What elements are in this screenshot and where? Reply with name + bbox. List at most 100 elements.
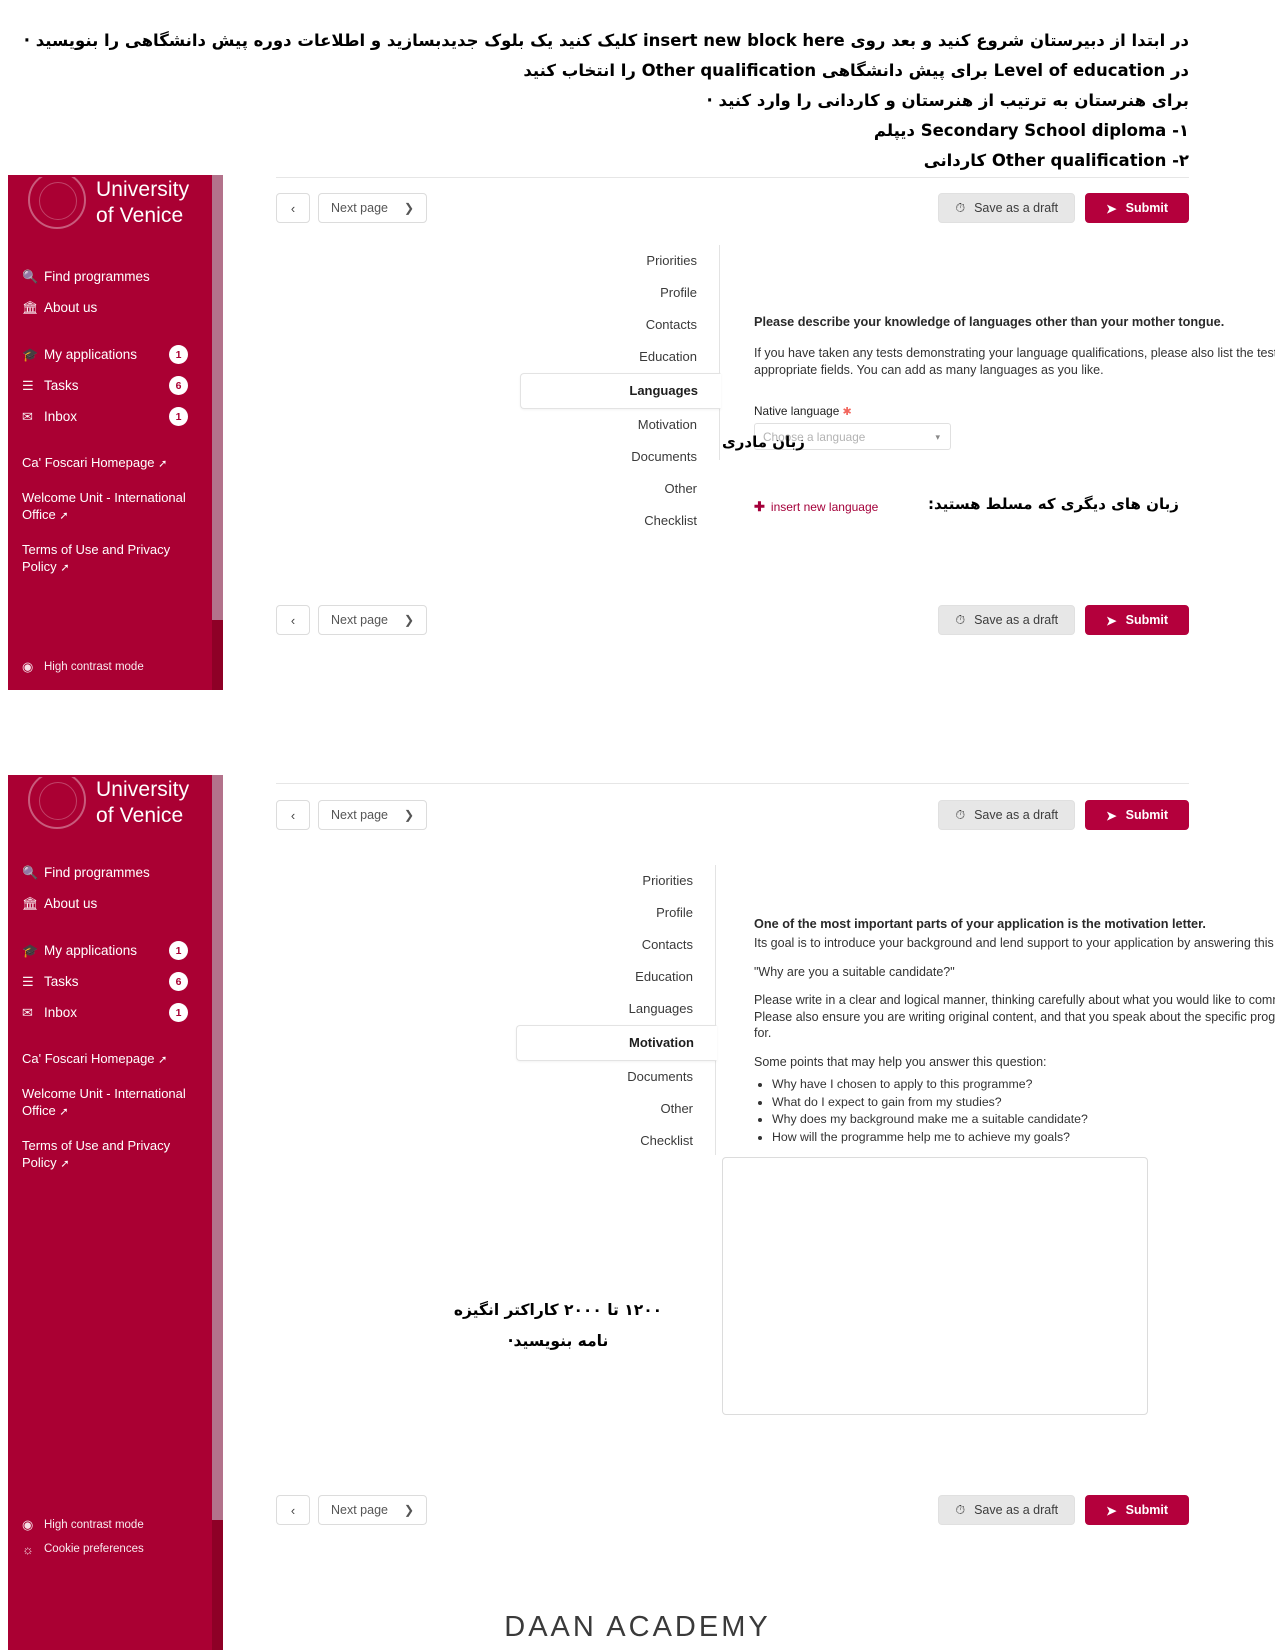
step-motivation[interactable]: Motivation bbox=[516, 1025, 717, 1061]
step-contacts[interactable]: Contacts bbox=[516, 929, 715, 961]
submit-button[interactable]: ➤ Submit bbox=[1085, 800, 1189, 830]
sidebar-link-terms[interactable]: Terms of Use and Privacy Policy ➚ bbox=[8, 541, 212, 577]
next-page-button[interactable]: Next page ❯ bbox=[318, 193, 428, 223]
note-other-languages: زبان های دیگری که مسلط هستید: bbox=[928, 495, 1179, 513]
sidebar-link-welcome-unit[interactable]: Welcome Unit - International Office ➚ bbox=[8, 1085, 212, 1121]
step-contacts[interactable]: Contacts bbox=[520, 309, 719, 341]
logo[interactable]: University of Venice bbox=[18, 777, 213, 841]
submit-label: Submit bbox=[1125, 201, 1168, 215]
sidebar-link-homepage[interactable]: Ca' Foscari Homepage ➚ bbox=[8, 1050, 212, 1069]
insert-new-language-button[interactable]: ✚ insert new language bbox=[754, 499, 878, 515]
previous-page-button-bottom[interactable]: ‹ bbox=[276, 605, 310, 635]
next-page-button-bottom[interactable]: Next page ❯ bbox=[318, 1495, 428, 1525]
step-priorities[interactable]: Priorities bbox=[520, 245, 719, 277]
save-as-draft-button[interactable]: ⏱ Save as a draft bbox=[938, 800, 1076, 830]
paper-plane-icon: ➤ bbox=[1106, 201, 1117, 216]
sidebar-item-my-applications[interactable]: 🎓 My applications 1 bbox=[8, 339, 212, 370]
previous-page-button-bottom[interactable]: ‹ bbox=[276, 1495, 310, 1525]
external-link-icon: ➚ bbox=[158, 1054, 168, 1066]
native-language-label: Native language ✱ bbox=[754, 404, 1275, 418]
submit-button[interactable]: ➤ Submit bbox=[1085, 193, 1189, 223]
sidebar-divider-gap bbox=[8, 919, 212, 935]
sidebar-scrollbar-track[interactable] bbox=[212, 775, 223, 1650]
step-profile[interactable]: Profile bbox=[516, 897, 715, 929]
sidebar-item-cookie-preferences[interactable]: ☼ Cookie preferences bbox=[8, 1537, 212, 1561]
sidebar-badge-tasks: 6 bbox=[169, 972, 188, 991]
sidebar-item-high-contrast-mode[interactable]: ◉ High contrast mode bbox=[8, 1513, 212, 1537]
languages-form: Please describe your knowledge of langua… bbox=[754, 313, 1275, 516]
toolbar-bottom: ‹ Next page ❯ ⏱ Save as a draft ➤ Submit bbox=[276, 1495, 1189, 1525]
save-as-draft-button-bottom[interactable]: ⏱ Save as a draft bbox=[938, 1495, 1076, 1525]
sidebar-item-my-applications[interactable]: 🎓 My applications 1 bbox=[8, 935, 212, 966]
step-checklist[interactable]: Checklist bbox=[520, 505, 719, 537]
paper-plane-icon: ➤ bbox=[1106, 613, 1117, 628]
step-languages[interactable]: Languages bbox=[516, 993, 715, 1025]
sidebar-item-label: About us bbox=[44, 300, 98, 315]
search-icon: 🔍 bbox=[22, 268, 39, 284]
step-education[interactable]: Education bbox=[516, 961, 715, 993]
sidebar-item-tasks[interactable]: ☰ Tasks 6 bbox=[8, 966, 212, 997]
step-profile[interactable]: Profile bbox=[520, 277, 719, 309]
save-as-draft-button-bottom[interactable]: ⏱ Save as a draft bbox=[938, 605, 1076, 635]
motivation-letter-textarea[interactable] bbox=[722, 1157, 1148, 1415]
bank-icon: 🏛 bbox=[22, 299, 39, 315]
next-page-button-bottom[interactable]: Next page ❯ bbox=[318, 605, 428, 635]
step-other[interactable]: Other bbox=[520, 473, 719, 505]
list-item: Why does my background make me a suitabl… bbox=[772, 1111, 1275, 1128]
sidebar-item-find-programmes[interactable]: 🔍 Find programmes bbox=[8, 261, 212, 292]
motivation-paragraph-4: Some points that may help you answer thi… bbox=[754, 1054, 1047, 1069]
step-education[interactable]: Education bbox=[520, 341, 719, 373]
sidebar-link-welcome-unit[interactable]: Welcome Unit - International Office ➚ bbox=[8, 489, 212, 525]
step-documents[interactable]: Documents bbox=[520, 441, 719, 473]
graduation-cap-icon: 🎓 bbox=[22, 346, 39, 362]
previous-page-button[interactable]: ‹ bbox=[276, 193, 310, 223]
external-link-icon: ➚ bbox=[60, 1158, 70, 1170]
motivation-bullet-list: Why have I chosen to apply to this progr… bbox=[754, 1076, 1275, 1145]
sidebar-scrollbar-thumb[interactable] bbox=[212, 620, 223, 690]
chevron-down-icon: ▾ bbox=[935, 432, 940, 442]
sidebar-link-label: Ca' Foscari Homepage bbox=[22, 1051, 155, 1066]
submit-button-bottom[interactable]: ➤ Submit bbox=[1085, 1495, 1189, 1525]
main-content-motivation: ‹ Next page ❯ ⏱ Save as a draft ➤ Submit… bbox=[238, 775, 1275, 1650]
sidebar-divider-gap bbox=[8, 1028, 212, 1050]
sidebar-item-label: Tasks bbox=[44, 974, 79, 989]
annotation-line-3: برای هنرستان به ترتیب از هنرستان و کاردا… bbox=[706, 91, 1189, 110]
sidebar-item-label: Find programmes bbox=[44, 269, 150, 284]
submit-label: Submit bbox=[1125, 1503, 1168, 1517]
previous-page-button[interactable]: ‹ bbox=[276, 800, 310, 830]
step-motivation[interactable]: Motivation bbox=[520, 409, 719, 441]
logo[interactable]: University of Venice bbox=[18, 177, 213, 241]
step-checklist[interactable]: Checklist bbox=[516, 1125, 715, 1157]
ca-foscari-seal-icon bbox=[28, 777, 86, 829]
sidebar-item-inbox[interactable]: ✉ Inbox 1 bbox=[8, 401, 212, 432]
step-priorities[interactable]: Priorities bbox=[516, 865, 715, 897]
sidebar-scrollbar-track[interactable] bbox=[212, 175, 223, 690]
app-screenshot-languages: University of Venice 🔍 Find programmes 🏛… bbox=[0, 175, 1275, 690]
sidebar-languages: University of Venice 🔍 Find programmes 🏛… bbox=[8, 175, 223, 690]
annotation-header: در ابتدا از دبیرستان شروع کنید و بعد روی… bbox=[0, 0, 1275, 175]
step-languages[interactable]: Languages bbox=[520, 373, 721, 409]
sidebar-motivation: University of Venice 🔍 Find programmes 🏛… bbox=[8, 775, 223, 1650]
next-page-label: Next page bbox=[331, 201, 388, 215]
sidebar-item-tasks[interactable]: ☰ Tasks 6 bbox=[8, 370, 212, 401]
next-page-button[interactable]: Next page ❯ bbox=[318, 800, 428, 830]
inbox-icon: ✉ bbox=[22, 1004, 33, 1020]
sidebar-item-find-programmes[interactable]: 🔍 Find programmes bbox=[8, 857, 212, 888]
save-as-draft-button[interactable]: ⏱ Save as a draft bbox=[938, 193, 1076, 223]
step-documents[interactable]: Documents bbox=[516, 1061, 715, 1093]
submit-button-bottom[interactable]: ➤ Submit bbox=[1085, 605, 1189, 635]
tasks-icon: ☰ bbox=[22, 973, 34, 989]
sidebar-item-inbox[interactable]: ✉ Inbox 1 bbox=[8, 997, 212, 1028]
motivation-question: "Why are you a suitable candidate?" bbox=[754, 964, 955, 979]
save-as-draft-label: Save as a draft bbox=[974, 613, 1059, 627]
logo-line-1: University bbox=[96, 178, 190, 201]
languages-heading: Please describe your knowledge of langua… bbox=[754, 315, 1225, 329]
sidebar-item-high-contrast-mode[interactable]: ◉ High contrast mode bbox=[8, 655, 212, 679]
sidebar-item-about-us[interactable]: 🏛 About us bbox=[8, 292, 212, 323]
sidebar-link-terms[interactable]: Terms of Use and Privacy Policy ➚ bbox=[8, 1137, 212, 1173]
sidebar-nav: 🔍 Find programmes 🏛 About us 🎓 My applic… bbox=[8, 857, 212, 1189]
note-motivation-line-2: نامه بنویسید· bbox=[507, 1332, 609, 1350]
step-other[interactable]: Other bbox=[516, 1093, 715, 1125]
sidebar-item-about-us[interactable]: 🏛 About us bbox=[8, 888, 212, 919]
sidebar-link-homepage[interactable]: Ca' Foscari Homepage ➚ bbox=[8, 454, 212, 473]
